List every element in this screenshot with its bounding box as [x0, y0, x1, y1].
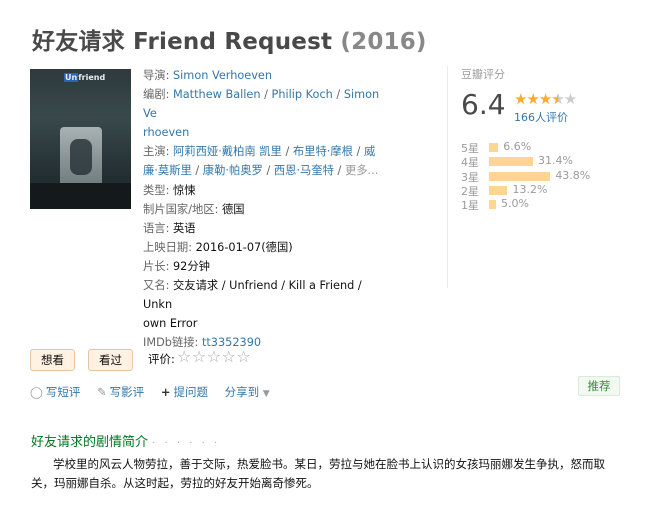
- rating-bar-row: 4星 31.4%: [461, 154, 621, 169]
- rating-bar-percent: 43.8%: [555, 168, 591, 182]
- page-title: 好友请求 Friend Request (2016): [32, 22, 427, 56]
- rating-score: 6.4: [461, 88, 506, 121]
- aka-value-cont: own Error: [143, 317, 198, 331]
- rating-bar-percent: 5.0%: [501, 197, 529, 211]
- country-row: 制片国家/地区: 德国: [143, 202, 245, 216]
- action-bar: ◯ 写短评 ✎ 写影评 + 提问题 分享到 ▼: [30, 384, 283, 400]
- language-value: 英语: [173, 221, 196, 235]
- rating-divider: [447, 66, 448, 288]
- movie-poster[interactable]: Unfriend: [30, 69, 131, 209]
- rating-bar: [489, 143, 499, 152]
- genre-row: 类型: 惊悚: [143, 183, 196, 197]
- rating-bar-label: 1星: [461, 199, 479, 213]
- cast-link-5[interactable]: 西恩·马奎特: [274, 164, 334, 177]
- cast-link-3-cont[interactable]: 廉·莫斯里: [143, 164, 192, 177]
- recommend-button[interactable]: 推荐: [578, 376, 620, 396]
- runtime-row: 片长: 92分钟: [143, 259, 210, 273]
- cast-more-link[interactable]: 更多...: [345, 164, 378, 177]
- want-to-watch-button[interactable]: 想看: [30, 349, 75, 371]
- rating-votes-link[interactable]: 166人评价: [514, 109, 568, 125]
- rating-bar: [489, 200, 496, 210]
- rating-distribution: 5星 6.6% 4星 31.4% 3星 43.8% 2星 13.2% 1星 5.0%: [461, 140, 621, 213]
- rating-bar: [489, 157, 533, 167]
- rating-bar-row: 5星 6.6%: [461, 140, 621, 155]
- language-row: 语言: 英语: [143, 221, 196, 235]
- chevron-down-icon: ▼: [262, 389, 270, 399]
- poster-title: Unfriend: [64, 73, 106, 82]
- plus-icon: +: [160, 385, 171, 399]
- poster-figure-shape: [70, 139, 92, 175]
- review-action[interactable]: ✎ 写影评: [97, 385, 144, 399]
- rating-panel: 豆瓣评分 6.4 ★★★★★★ 166人评价: [461, 66, 621, 124]
- rating-bar-row: 3星 43.8%: [461, 168, 621, 184]
- rating-bar-percent: 6.6%: [503, 140, 532, 153]
- release-row: 上映日期: 2016-01-07(德国): [143, 240, 293, 254]
- director-row: 导演: Simon Verhoeven: [143, 69, 273, 82]
- rating-bar-percent: 31.4%: [537, 154, 573, 168]
- runtime-value: 92分钟: [173, 259, 210, 273]
- genre-value: 惊悚: [173, 183, 196, 197]
- user-rating-stars-icon[interactable]: ☆☆☆☆☆: [177, 347, 251, 366]
- rating-bar-row: 2星 13.2%: [461, 182, 621, 198]
- synopsis-text: 学校里的风云人物劳拉，善于交际，热爱脸书。某日，劳拉与她在脸书上认识的女孩玛丽娜…: [31, 457, 605, 490]
- aka-value: 交友请求 / Unfriend / Kill a Friend / Unkn: [143, 279, 362, 312]
- cast-row: 主演: 阿莉西娅·戴柏南 凯里 / 布里特·摩根 / 威 廉·莫斯里 / 康勒·…: [143, 145, 379, 178]
- cast-link-1[interactable]: 阿莉西娅·戴柏南 凯里: [173, 145, 282, 158]
- writer-link-3-cont[interactable]: rhoeven: [143, 126, 189, 139]
- short-review-action[interactable]: ◯ 写短评: [30, 385, 80, 399]
- title-en: Friend Request: [133, 29, 333, 55]
- writer-row: 编剧: Matthew Ballen / Philip Koch / Simon…: [143, 88, 380, 140]
- rating-bar: [489, 171, 551, 181]
- title-zh: 好友请求: [32, 29, 125, 55]
- pencil-icon: ✎: [97, 385, 107, 399]
- cast-link-3[interactable]: 威: [364, 145, 375, 158]
- director-link[interactable]: Simon Verhoeven: [173, 69, 272, 82]
- watched-button[interactable]: 看过: [88, 349, 133, 371]
- title-year: (2016): [340, 29, 427, 55]
- question-action[interactable]: + 提问题: [161, 385, 208, 399]
- speech-bubble-icon: ◯: [30, 385, 43, 399]
- rating-bar-percent: 13.2%: [512, 182, 548, 196]
- synopsis-heading: 好友请求的剧情简介 · · · · · ·: [31, 435, 221, 450]
- poster-shade: [30, 183, 131, 209]
- movie-info: 导演: Simon Verhoeven 编剧: Matthew Ballen /…: [143, 66, 393, 352]
- rating-bar-row: 1星 5.0%: [461, 197, 621, 213]
- cast-link-4[interactable]: 康勒·帕奥罗: [203, 164, 263, 177]
- writer-link-1[interactable]: Matthew Ballen: [173, 88, 261, 101]
- aka-row: 又名: 交友请求 / Unfriend / Kill a Friend / Un…: [143, 279, 362, 331]
- rating-header: 豆瓣评分: [461, 68, 505, 81]
- writer-link-2[interactable]: Philip Koch: [272, 88, 333, 101]
- cast-link-2[interactable]: 布里特·摩根: [293, 145, 353, 158]
- country-value: 德国: [222, 202, 245, 216]
- user-rating-label: 评价:: [148, 352, 175, 366]
- release-value: 2016-01-07(德国): [195, 240, 293, 254]
- share-action[interactable]: 分享到 ▼: [225, 385, 270, 399]
- rating-stars-icon: ★★★★★★: [514, 90, 577, 108]
- rating-bar: [489, 185, 508, 195]
